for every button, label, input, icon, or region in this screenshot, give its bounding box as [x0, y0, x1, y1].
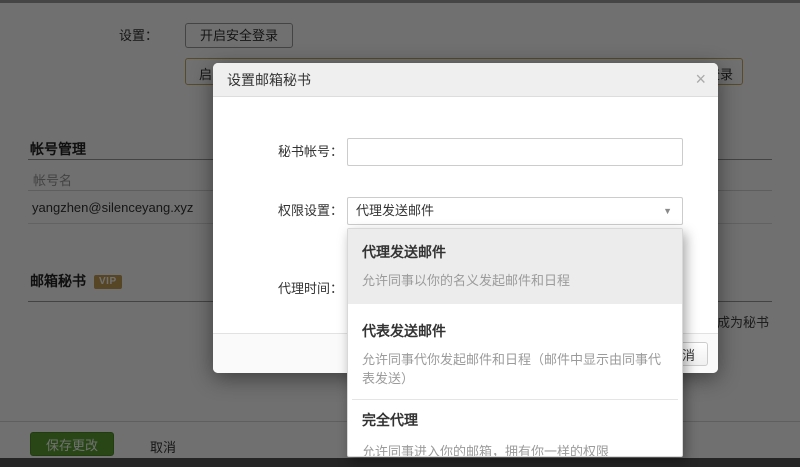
delegate-time-label: 代理时间：: [213, 275, 343, 303]
secretary-account-label: 秘书帐号：: [213, 138, 343, 166]
dropdown-option-desc: 允许同事进入你的邮箱，拥有你一样的权限: [362, 442, 668, 457]
modal-title: 设置邮箱秘书: [227, 63, 311, 97]
permission-dropdown: 代理发送邮件 允许同事以你的名义发起邮件和日程 代表发送邮件 允许同事代你发起邮…: [347, 228, 683, 457]
dropdown-option-desc: 允许同事以你的名义发起邮件和日程: [362, 271, 668, 290]
dropdown-option-title: 代表发送邮件: [362, 321, 668, 341]
dropdown-option-title: 代理发送邮件: [362, 242, 668, 262]
screenshot-stage: 设置： 开启安全登录 启 登录 帐号管理 帐号名 yangzhen@silenc…: [0, 0, 800, 467]
modal-header: 设置邮箱秘书 ×: [213, 63, 718, 97]
dropdown-option-desc: 允许同事代你发起邮件和日程（邮件中显示由同事代表发送）: [362, 350, 668, 388]
permission-select[interactable]: 代理发送邮件 ▼: [347, 197, 683, 225]
secretary-account-input[interactable]: [347, 138, 683, 166]
permission-label: 权限设置：: [213, 197, 343, 225]
dropdown-option-delegate-send[interactable]: 代理发送邮件 允许同事以你的名义发起邮件和日程: [348, 229, 682, 304]
dropdown-option-onbehalf-send[interactable]: 代表发送邮件 允许同事代你发起邮件和日程（邮件中显示由同事代表发送）: [348, 304, 682, 399]
permission-select-value: 代理发送邮件: [356, 203, 434, 218]
dropdown-option-full-delegate[interactable]: 完全代理 允许同事进入你的邮箱，拥有你一样的权限: [348, 400, 682, 457]
chevron-down-icon: ▼: [663, 198, 672, 225]
close-icon[interactable]: ×: [695, 63, 706, 96]
dropdown-option-title: 完全代理: [362, 410, 668, 430]
